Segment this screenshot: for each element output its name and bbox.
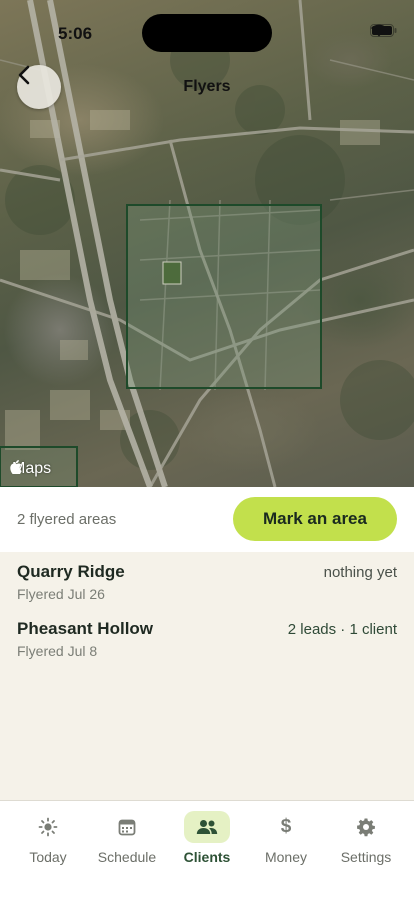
area-date: Flyered Jul 26 [17, 586, 105, 602]
status-time: 5:06 [58, 24, 93, 43]
area-name: Pheasant Hollow [17, 619, 154, 638]
status-bar: 5:06 [0, 0, 414, 60]
people-icon [184, 811, 230, 843]
flyered-area-count: 2 flyered areas [17, 511, 117, 528]
area-status: 2 leads · 1 client [287, 621, 397, 638]
tab-schedule[interactable]: Schedule [87, 811, 167, 871]
flyered-area-list: Quarry Ridge Flyered Jul 26 nothing yet … [0, 552, 414, 800]
mark-area-button[interactable]: Mark an area [233, 497, 397, 541]
flyered-area-overlay[interactable] [126, 204, 322, 389]
area-status: nothing yet [323, 564, 397, 581]
tab-label: Settings [340, 849, 392, 865]
tab-label: Schedule [97, 849, 157, 865]
tab-label: Clients [183, 849, 231, 865]
tab-bar: Today Schedule Clients $ Money Settings [0, 800, 414, 900]
area-date: Flyered Jul 8 [17, 643, 98, 659]
gear-icon [343, 811, 389, 843]
dollar-icon: $ [280, 816, 292, 837]
list-item[interactable]: Quarry Ridge Flyered Jul 26 nothing yet [17, 562, 397, 612]
map-imagery [0, 0, 414, 487]
tab-clients[interactable]: Clients [167, 811, 247, 871]
area-name: Quarry Ridge [17, 562, 125, 581]
tab-label: Today [29, 849, 67, 865]
calendar-icon [104, 811, 150, 843]
dynamic-island [142, 14, 272, 52]
tab-label: Money [264, 849, 308, 865]
page-title: Flyers [183, 78, 231, 95]
tab-today[interactable]: Today [8, 811, 88, 871]
maps-attribution[interactable]: Maps [10, 460, 51, 478]
satellite-map[interactable]: 5:06 Flyers Maps [0, 0, 414, 487]
sun-icon [25, 811, 71, 843]
tab-money[interactable]: $ Money [246, 811, 326, 871]
tab-settings[interactable]: Settings [326, 811, 406, 871]
list-item[interactable]: Pheasant Hollow Flyered Jul 8 2 leads · … [17, 619, 397, 669]
